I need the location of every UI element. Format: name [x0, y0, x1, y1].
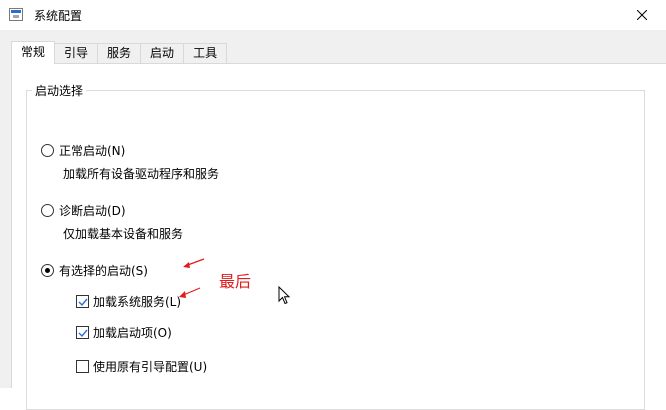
checkbox-checked-icon	[76, 326, 89, 339]
radio-circle-icon	[41, 144, 54, 157]
checkbox-checked-icon	[76, 295, 89, 308]
dialog-body: 常规 引导 服务 启动 工具 启动选择 正常启动(N) 加载所有设备驱动程序和服…	[0, 30, 666, 410]
diagnostic-startup-description: 仅加载基本设备和服务	[63, 227, 184, 241]
checkbox-use-original-boot-config[interactable]: 使用原有引导配置(U)	[76, 358, 207, 375]
group-title: 启动选择	[32, 82, 87, 99]
tab-general[interactable]: 常规	[11, 41, 56, 64]
radio-diagnostic-startup[interactable]: 诊断启动(D)	[41, 202, 126, 219]
radio-diagnostic-label: 诊断启动(D)	[59, 204, 126, 218]
close-icon	[637, 10, 647, 20]
normal-startup-description: 加载所有设备驱动程序和服务	[63, 167, 220, 181]
tab-services[interactable]: 服务	[98, 43, 142, 63]
radio-selective-label: 有选择的启动(S)	[59, 264, 148, 278]
checkbox-unchecked-icon	[76, 360, 89, 373]
annotation-arrow-icon	[183, 258, 205, 268]
close-button[interactable]	[618, 0, 666, 30]
load-startup-items-label: 加载启动项(O)	[93, 326, 172, 340]
tab-boot[interactable]: 引导	[55, 43, 99, 63]
title-bar: 系统配置	[0, 0, 666, 30]
annotation-text: 最后	[219, 272, 252, 291]
radio-normal-startup[interactable]: 正常启动(N)	[41, 142, 125, 159]
radio-circle-icon	[41, 204, 54, 217]
general-tab-panel: 启动选择 正常启动(N) 加载所有设备驱动程序和服务 诊断启动(D) 仅加载基本…	[11, 63, 666, 410]
use-original-boot-config-label: 使用原有引导配置(U)	[93, 360, 208, 374]
msconfig-icon	[9, 8, 23, 21]
checkbox-load-system-services[interactable]: 加载系统服务(L)	[76, 293, 181, 310]
tab-strip: 常规 引导 服务 启动 工具	[11, 41, 228, 64]
radio-selective-startup[interactable]: 有选择的启动(S)	[41, 262, 148, 279]
radio-normal-label: 正常启动(N)	[59, 144, 126, 158]
load-system-services-label: 加载系统服务(L)	[93, 295, 182, 309]
radio-selected-icon	[41, 264, 54, 277]
checkbox-load-startup-items[interactable]: 加载启动项(O)	[76, 324, 172, 341]
tab-tools[interactable]: 工具	[184, 43, 228, 63]
tab-startup[interactable]: 启动	[141, 43, 185, 63]
annotation-arrow-icon	[179, 287, 201, 298]
mouse-cursor-icon	[278, 286, 291, 305]
window-title: 系统配置	[34, 9, 83, 23]
